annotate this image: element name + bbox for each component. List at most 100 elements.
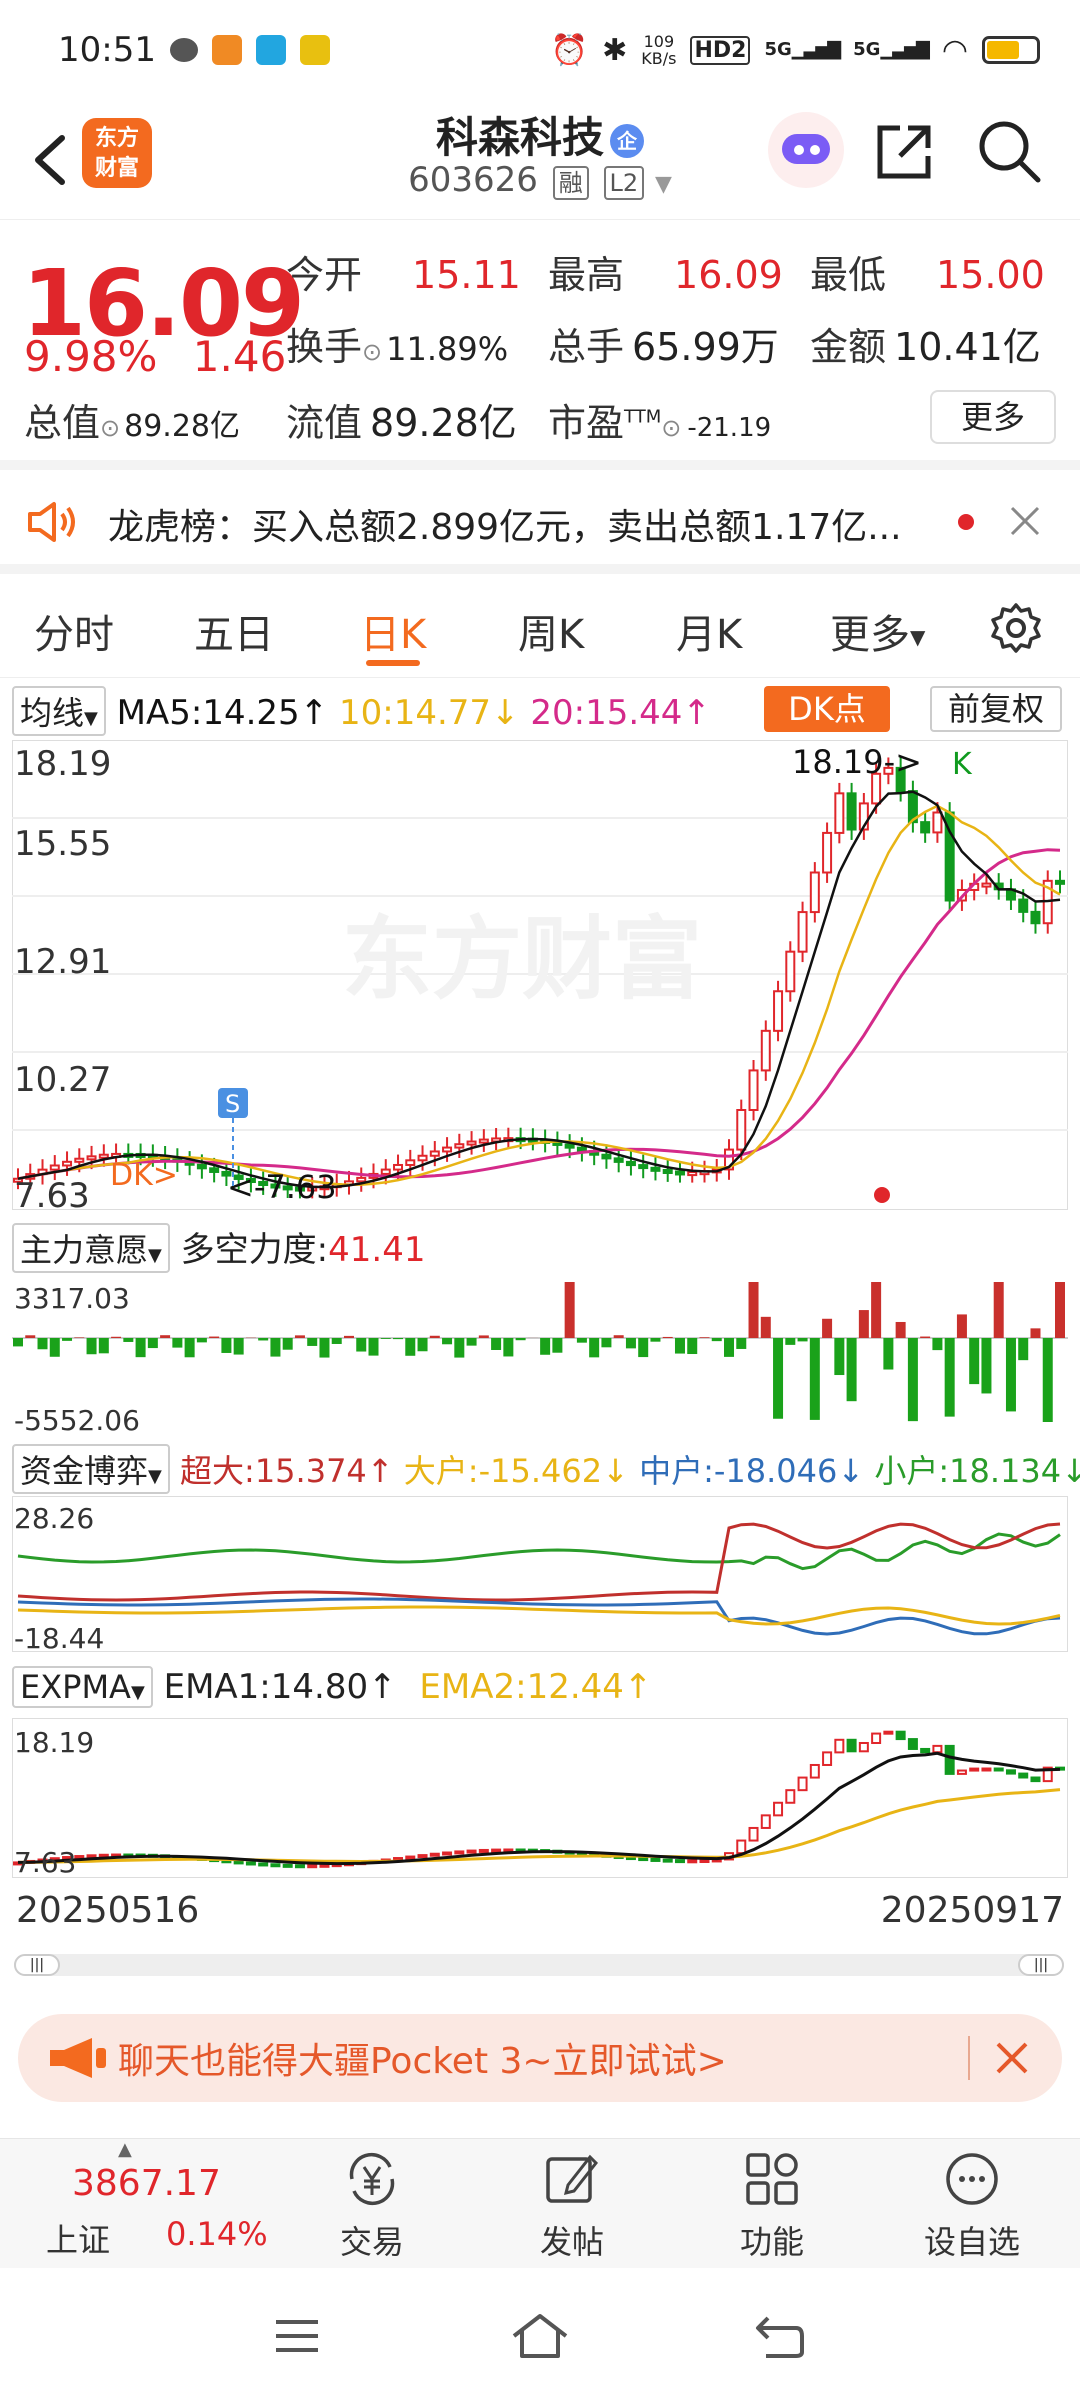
k-tag: K [952, 747, 973, 782]
level2-tag: L2 [603, 166, 645, 200]
end-date: 20250917 [880, 1890, 1064, 1931]
bluetooth-icon: ✱ [602, 32, 628, 68]
tab-intraday[interactable]: 分时 [34, 602, 114, 660]
expma-candle [429, 1852, 440, 1857]
chart-scrollbar[interactable]: ||| ||| [14, 1954, 1064, 1976]
search-icon[interactable] [976, 118, 1042, 184]
main-force-selector[interactable]: 主力意愿▼ [12, 1223, 170, 1273]
ai-assistant-icon[interactable] [768, 112, 844, 188]
force-bar [123, 1338, 134, 1342]
dk-point-button[interactable]: DK点 [764, 686, 890, 732]
promo-banner[interactable]: 聊天也能得大疆Pocket 3~立即试试> [18, 2014, 1062, 2102]
adjust-button[interactable]: 前复权 [930, 686, 1062, 732]
candlestick-chart[interactable]: 东方财富 18.19-> K <-7.63 DK> S [12, 740, 1068, 1210]
force-bar [356, 1338, 367, 1352]
candle-body [687, 1171, 698, 1177]
change-amount: 1.46 [192, 332, 287, 381]
margin-tag: 融 [552, 166, 589, 200]
scroll-handle-left[interactable]: ||| [14, 1954, 60, 1976]
ma-selector[interactable]: 均线▼ [12, 686, 106, 736]
home-icon[interactable] [508, 2310, 572, 2362]
force-bar [442, 1338, 453, 1345]
expma-selector[interactable]: EXPMA▼ [12, 1666, 153, 1708]
candle-body [822, 831, 833, 874]
tab-five-day[interactable]: 五日 [194, 602, 274, 660]
force-bar [981, 1338, 992, 1394]
expma-candle [956, 1769, 967, 1775]
force-bar [282, 1338, 293, 1350]
super-large-value: 超大:15.374↑ [180, 1452, 394, 1490]
info-icon: ⊙ [661, 414, 682, 442]
high-marker: 18.19-> [792, 743, 922, 781]
stock-name: 科森科技 [435, 113, 604, 162]
force-bar [184, 1338, 195, 1358]
functions-button[interactable]: 功能 [712, 2149, 832, 2263]
tab-weekly-k[interactable]: 周K [518, 602, 584, 660]
expma-chart[interactable] [12, 1718, 1068, 1878]
candle-body [846, 792, 857, 831]
ema1-value: EMA1:14.80↑ [163, 1667, 397, 1707]
force-bar [160, 1335, 171, 1338]
back-icon[interactable] [752, 2312, 808, 2360]
force-bar [797, 1338, 808, 1342]
candle-body [49, 1164, 60, 1171]
price-axis-label: 10.27 [14, 1060, 112, 1100]
force-bar [429, 1335, 440, 1338]
candle-body [748, 1069, 759, 1111]
info-icon: ⊙ [100, 414, 121, 442]
menu-icon[interactable] [272, 2316, 322, 2356]
force-bar [1055, 1282, 1065, 1338]
tab-daily-k[interactable]: 日K [360, 602, 426, 660]
notice-bar[interactable]: 龙虎榜：买入总额2.899亿元，卖出总额1.17亿... [0, 470, 1080, 574]
force-bar [454, 1338, 465, 1358]
post-button[interactable]: 发帖 [512, 2149, 632, 2263]
force-bar [687, 1338, 698, 1355]
force-bar [49, 1338, 60, 1357]
force-bar [478, 1335, 489, 1338]
open-price-cell: 今开 15.11 [286, 253, 521, 297]
watchlist-button[interactable]: 设自选 [912, 2149, 1032, 2263]
enterprise-tag: 企 [610, 123, 644, 158]
fund-game-chart[interactable] [12, 1496, 1068, 1652]
price-axis-label: 7.63 [14, 1176, 90, 1216]
main-force-histogram[interactable] [12, 1274, 1068, 1438]
expma-candle [834, 1738, 845, 1754]
more-button[interactable]: 更多 [930, 390, 1056, 444]
force-bar [270, 1338, 281, 1357]
force-bar [748, 1282, 759, 1338]
force-bar [589, 1338, 600, 1358]
candle-body [576, 1146, 587, 1153]
wifi-icon: ◠ [941, 32, 968, 68]
close-icon[interactable] [1008, 504, 1042, 538]
expma-candle [674, 1859, 685, 1864]
trade-button[interactable]: 交易 [312, 2149, 432, 2263]
signal-icon-1: 5G▁▃▅▇ [764, 39, 841, 60]
expma-candle [969, 1767, 980, 1772]
fund-game-selector[interactable]: 资金博弈▼ [12, 1444, 170, 1494]
candle-body [564, 1143, 575, 1149]
candle-body [1055, 879, 1065, 885]
index-value[interactable]: 3867.17 [72, 2163, 221, 2204]
price-axis-label: 12.91 [14, 942, 112, 982]
promo-close-icon[interactable] [994, 2040, 1030, 2076]
candle-body [1018, 898, 1029, 913]
tab-more[interactable]: 更多▼ [830, 602, 925, 660]
force-bar [883, 1338, 894, 1370]
scroll-handle-right[interactable]: ||| [1018, 1954, 1064, 1976]
medium-value: 中户:-18.046↓ [639, 1452, 865, 1490]
force-bar [871, 1282, 882, 1338]
force-bar [343, 1335, 354, 1338]
amount-cell: 金额 10.41亿 [810, 325, 1041, 369]
tab-monthly-k[interactable]: 月K [676, 602, 742, 660]
dk-tag: DK> [110, 1158, 178, 1193]
expma-bar: EXPMA▼ EMA1:14.80↑ EMA2:12.44↑ [12, 1666, 652, 1708]
main-force-bar: 主力意愿▼ 多空力度:41.41 [12, 1222, 425, 1273]
share-icon[interactable] [872, 120, 936, 184]
collapse-caret-icon[interactable]: ▲ [118, 2139, 132, 2160]
force-bar [405, 1338, 416, 1356]
candle-body [674, 1170, 685, 1176]
force-bar [331, 1338, 342, 1344]
settings-gear-icon[interactable] [990, 602, 1042, 654]
force-max-label: 3317.03 [14, 1282, 130, 1315]
expma-candle [981, 1767, 992, 1772]
